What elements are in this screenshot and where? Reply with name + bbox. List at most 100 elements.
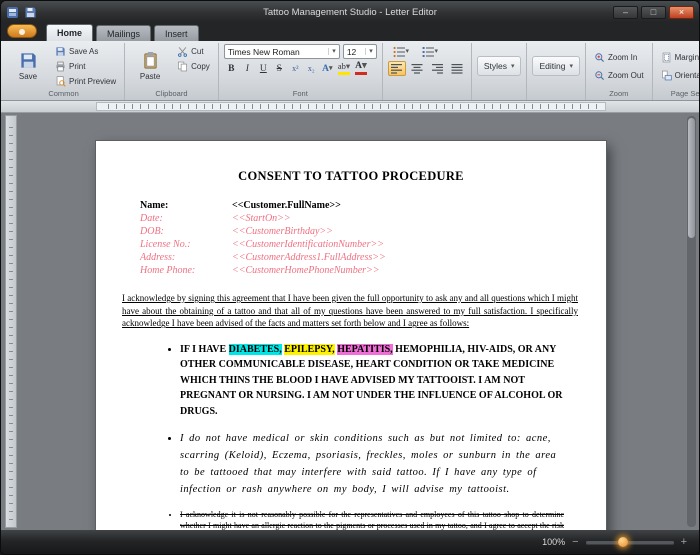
italic-button[interactable]: I: [240, 61, 255, 76]
merge-field: <<CustomerBirthday>>: [232, 226, 333, 237]
field-row-address: Address:<<CustomerAddress1.FullAddress>>: [140, 252, 580, 265]
font-family-value: Times New Roman: [228, 47, 300, 57]
align-left-button[interactable]: [388, 61, 406, 76]
field-row-date: Date:<<StartOn>>: [140, 213, 580, 226]
align-justify-icon: [451, 63, 463, 74]
chevron-down-icon: ▾: [569, 63, 573, 70]
zoom-controls: 100% − +: [542, 537, 687, 548]
chevron-down-icon[interactable]: ▾: [365, 48, 373, 55]
document-page[interactable]: CONSENT TO TATTOO PROCEDURE Name:<<Custo…: [96, 141, 606, 530]
styles-label: Styles: [484, 61, 507, 71]
save-label: Save: [19, 72, 37, 81]
field-row-name: Name:<<Customer.FullName>>: [140, 200, 580, 213]
minimize-button[interactable]: –: [613, 6, 638, 19]
app-menu-button[interactable]: [7, 24, 37, 38]
app-window: Tattoo Management Studio - Letter Editor…: [0, 0, 700, 555]
save-button[interactable]: Save: [8, 44, 48, 88]
zoom-out-button[interactable]: Zoom Out: [591, 68, 647, 82]
group-label-paragraph: [388, 88, 466, 100]
chevron-down-icon: ▾: [329, 65, 333, 72]
maximize-button[interactable]: □: [641, 6, 666, 19]
zoom-slider-handle[interactable]: [618, 537, 628, 547]
font-color-label: A: [355, 62, 362, 76]
document-canvas[interactable]: CONSENT TO TATTOO PROCEDURE Name:<<Custo…: [1, 113, 699, 530]
merge-field: <<CustomerHomePhoneNumber>>: [232, 265, 380, 276]
superscript-button[interactable]: x²: [288, 61, 303, 76]
font-color-button[interactable]: A▾: [353, 61, 369, 76]
paste-icon: [141, 51, 160, 70]
doc-title: CONSENT TO TATTOO PROCEDURE: [122, 169, 580, 184]
merge-field: <<CustomerIdentificationNumber>>: [232, 239, 384, 250]
field-label: Home Phone:: [140, 265, 232, 276]
print-icon: [55, 61, 66, 72]
field-row-dob: DOB:<<CustomerBirthday>>: [140, 226, 580, 239]
group-label-clipboard: Clipboard: [130, 88, 213, 100]
print-button[interactable]: Print: [52, 59, 119, 73]
vertical-scrollbar[interactable]: [687, 116, 696, 527]
consent-bullet-2: I do not have medical or skin conditions…: [180, 431, 564, 498]
margins-button[interactable]: Margins ▾: [658, 50, 699, 64]
align-left-icon: [391, 63, 403, 74]
numbered-list-button[interactable]: ▾: [417, 44, 443, 59]
close-button[interactable]: ×: [669, 6, 694, 19]
highlight-label: ab: [338, 62, 346, 75]
editing-button[interactable]: Editing ▾: [532, 56, 580, 76]
cut-button[interactable]: Cut: [174, 44, 213, 58]
zoom-in-icon[interactable]: +: [681, 537, 687, 548]
ribbon-tab-row: Home Mailings Insert: [1, 23, 699, 41]
group-label-page-setup: Page Setup: [658, 88, 699, 100]
editing-label: Editing: [539, 61, 565, 71]
align-center-icon: [411, 63, 423, 74]
paste-button[interactable]: Paste: [130, 44, 170, 88]
consent-bullet-list: IF I HAVE DIABETES, EPILEPSY, HEPATITIS,…: [122, 342, 580, 530]
align-center-button[interactable]: [408, 61, 426, 76]
ruler-ticks: [9, 120, 13, 523]
margins-icon: [661, 52, 672, 63]
text-effects-button[interactable]: A▾: [320, 61, 335, 76]
orientation-label: Orientation: [675, 71, 699, 80]
font-family-select[interactable]: Times New Roman ▾: [224, 44, 340, 59]
group-label-editing: [532, 88, 580, 100]
bullet-list-button[interactable]: ▾: [388, 44, 414, 59]
group-label-styles: [477, 88, 522, 100]
window-title: Tattoo Management Studio - Letter Editor: [111, 7, 589, 18]
highlight-color-button[interactable]: ab▾: [336, 61, 352, 76]
print-label: Print: [69, 62, 85, 71]
vertical-ruler[interactable]: [5, 115, 17, 528]
tab-insert[interactable]: Insert: [154, 25, 199, 41]
save-as-button[interactable]: Save As: [52, 44, 119, 58]
quick-access-toolbar: [6, 6, 37, 19]
subscript-button[interactable]: x₂: [304, 61, 319, 76]
horizontal-ruler[interactable]: [1, 101, 699, 113]
scrollbar-thumb[interactable]: [688, 118, 695, 238]
font-size-select[interactable]: 12 ▾: [343, 44, 377, 59]
save-icon: [19, 51, 38, 70]
copy-button[interactable]: Copy: [174, 59, 213, 73]
copy-label: Copy: [191, 62, 210, 71]
ruler-ticks: [101, 104, 601, 109]
bullet-list-icon: [393, 46, 405, 58]
zoom-out-icon[interactable]: −: [572, 537, 578, 548]
status-bar: 100% − +: [1, 530, 699, 554]
ribbon-group-zoom: Zoom In Zoom Out Zoom: [586, 43, 653, 100]
align-right-button[interactable]: [428, 61, 446, 76]
save-as-icon: [55, 46, 66, 57]
print-preview-button[interactable]: Print Preview: [52, 74, 119, 88]
zoom-slider[interactable]: [586, 541, 674, 544]
tab-home[interactable]: Home: [46, 24, 93, 41]
zoom-out-icon: [594, 70, 605, 81]
field-label: License No.:: [140, 239, 232, 250]
chevron-down-icon[interactable]: ▾: [328, 48, 336, 55]
strikethrough-button[interactable]: S: [272, 61, 287, 76]
underline-button[interactable]: U: [256, 61, 271, 76]
bullet1-text: IF I HAVE: [180, 344, 229, 355]
paste-label: Paste: [140, 72, 160, 81]
align-justify-button[interactable]: [448, 61, 466, 76]
merge-field: <<CustomerAddress1.FullAddress>>: [232, 252, 386, 263]
tab-mailings[interactable]: Mailings: [96, 25, 151, 41]
zoom-in-button[interactable]: Zoom In: [591, 50, 647, 64]
styles-button[interactable]: Styles ▾: [477, 56, 522, 76]
quick-save-icon[interactable]: [24, 6, 37, 19]
bold-button[interactable]: B: [224, 61, 239, 76]
orientation-button[interactable]: Orientation ▾: [658, 68, 699, 82]
